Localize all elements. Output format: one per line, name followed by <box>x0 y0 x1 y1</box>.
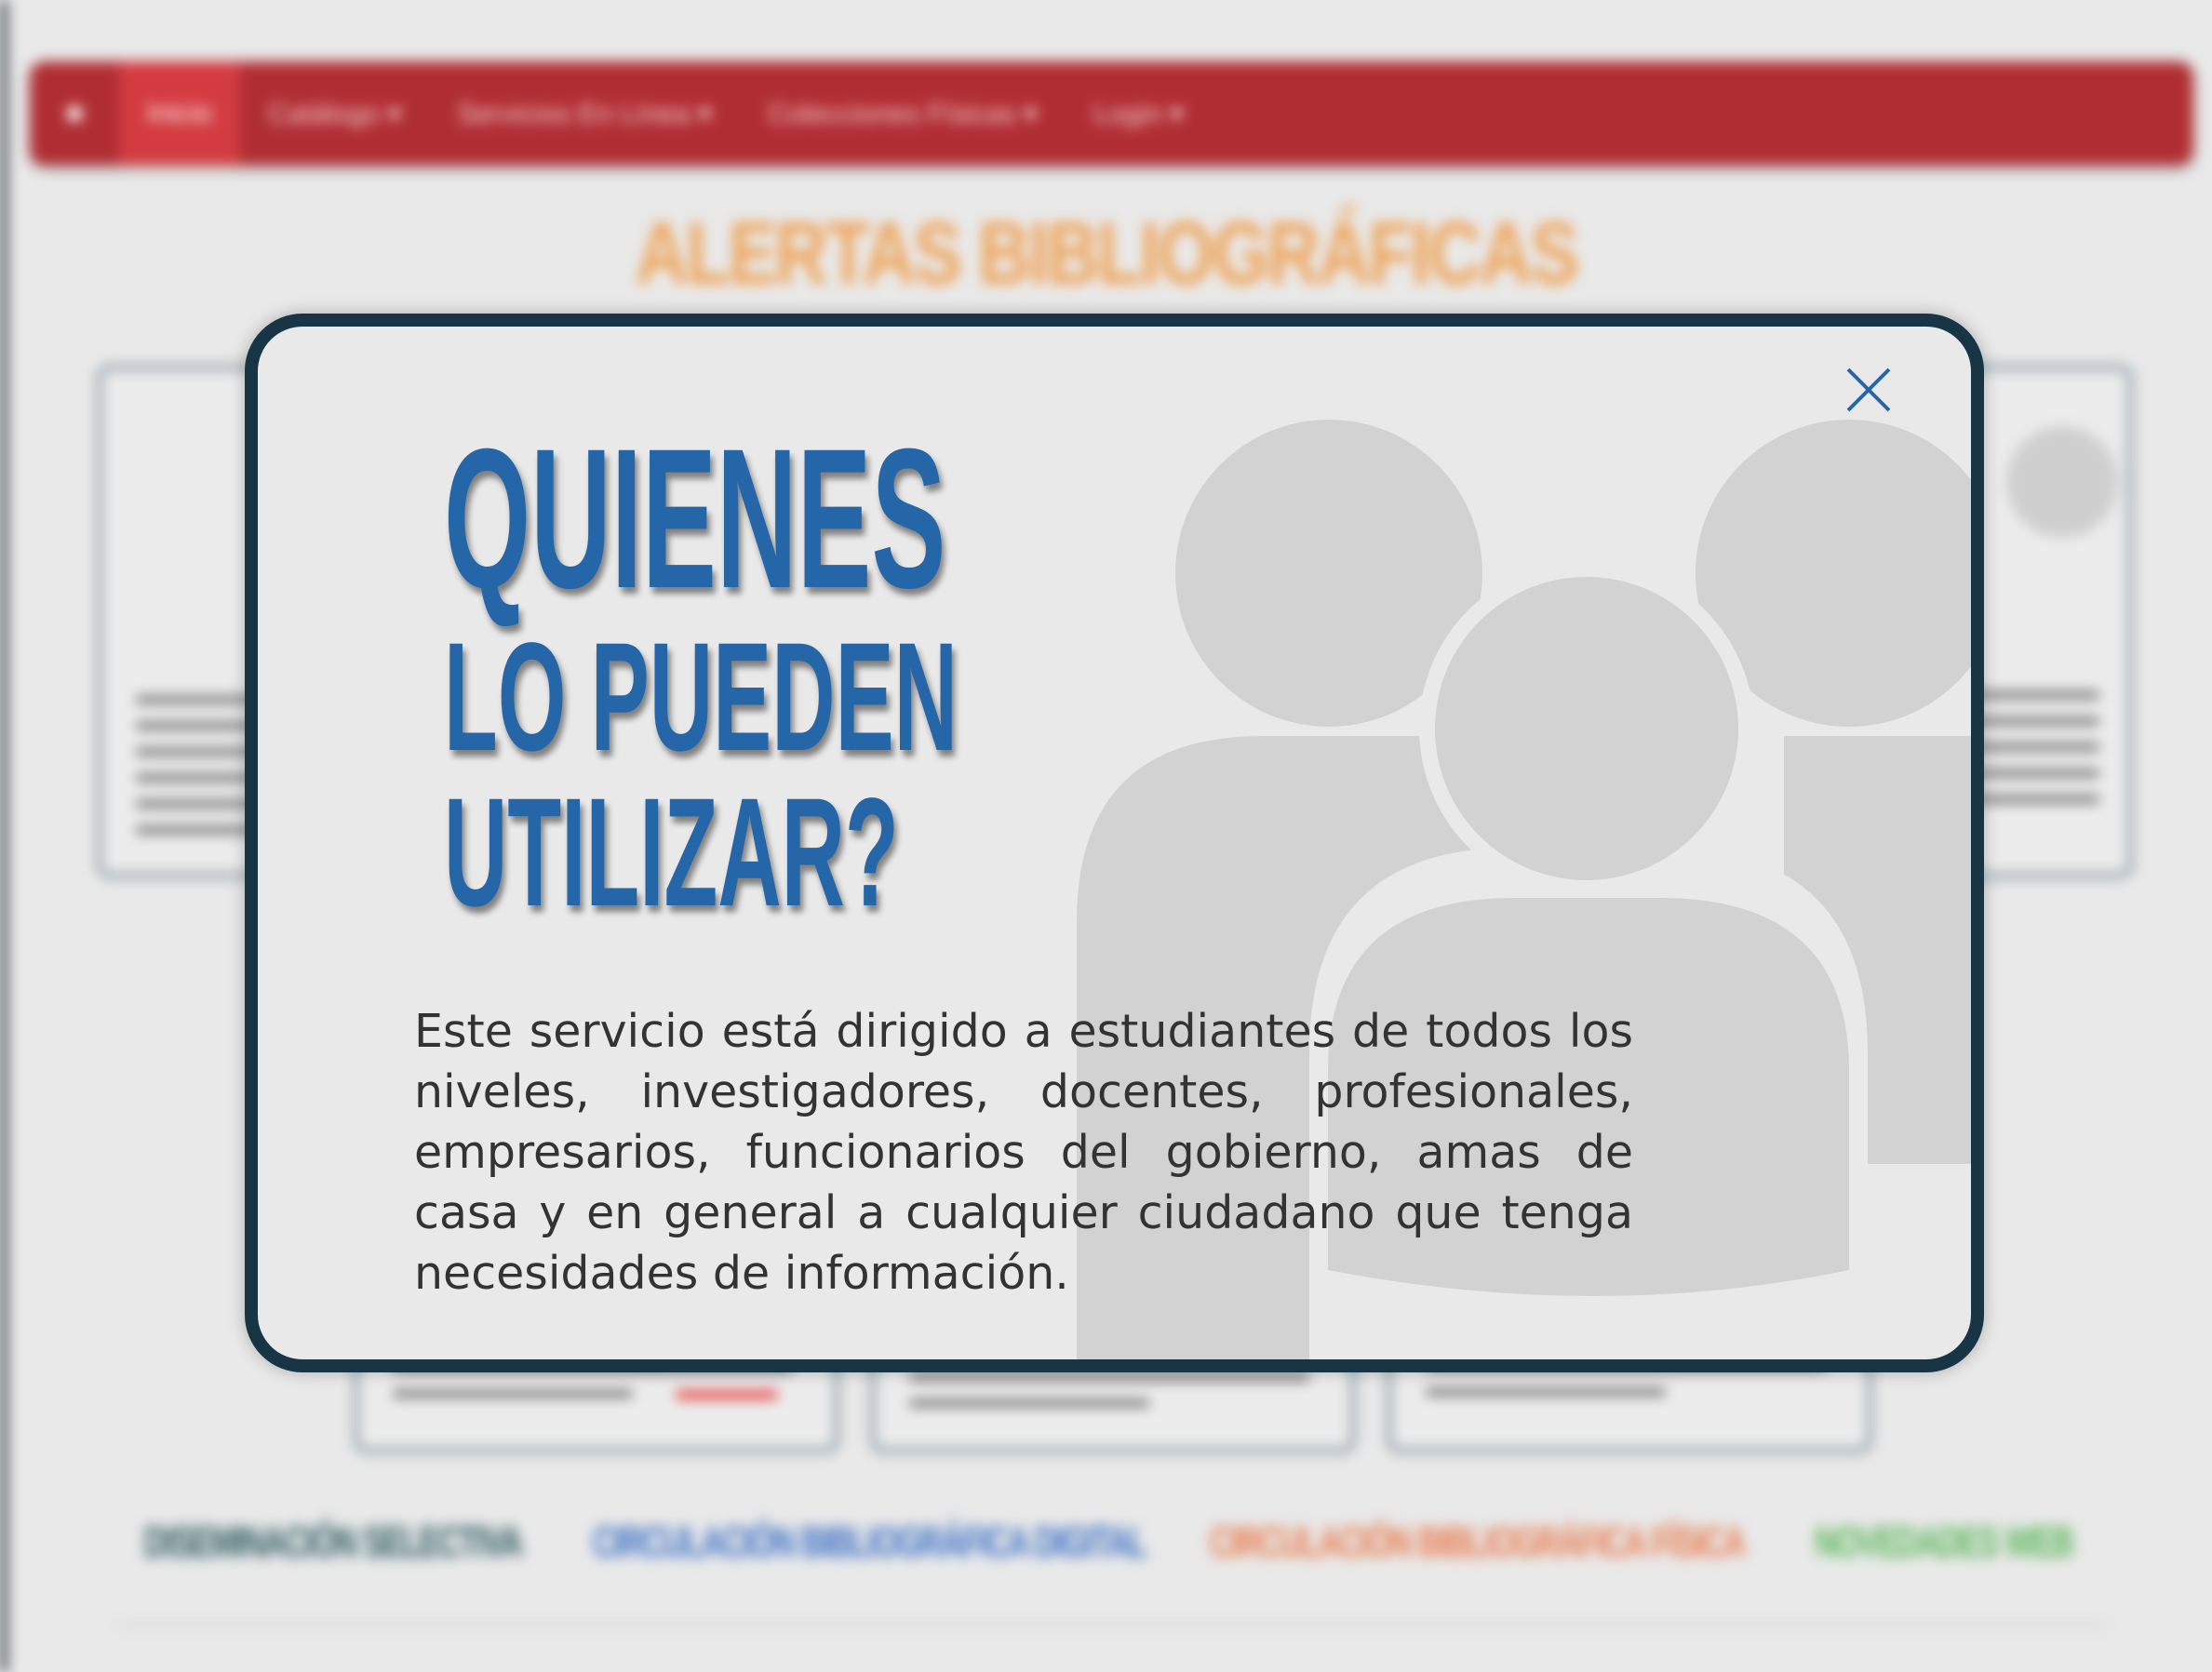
nav-item-catalogo[interactable]: Catálogo ▾ <box>240 61 429 166</box>
modal-heading-line-2: LO PUEDEN <box>444 611 959 783</box>
home-icon[interactable]: ■ <box>30 61 119 166</box>
info-modal: QUIENES LO PUEDEN UTILIZAR? Este servici… <box>245 314 1984 1372</box>
avatar-placeholder <box>2006 426 2118 538</box>
main-navbar: ■ Inicio Catálogo ▾ Servicios En Línea ▾… <box>30 61 2193 166</box>
link-diseminacion-selectiva[interactable]: DISEMINACIÓN SELECTIVA <box>144 1517 523 1567</box>
modal-heading-line-1: QUIENES <box>444 408 946 630</box>
link-circulacion-digital[interactable]: CIRCULACIÓN BIBLIOGRÁFICA DIGITAL <box>593 1517 1147 1567</box>
page-title: ALERTAS BIBLIOGRÁFICAS <box>635 204 1579 303</box>
nav-item-colecciones[interactable]: Colecciones Físicas ▾ <box>740 61 1066 166</box>
link-novedades-web[interactable]: NOVEDADES WEB <box>1815 1517 2074 1567</box>
read-more-link[interactable] <box>676 1390 778 1399</box>
divider <box>116 1624 2108 1626</box>
modal-heading-line-3: UTILIZAR? <box>444 767 899 939</box>
window-edge <box>0 0 7 1672</box>
link-circulacion-fisica[interactable]: CIRCULACIÓN BIBLIOGRÁFICA FÍSICA <box>1210 1517 1746 1567</box>
nav-item-servicios[interactable]: Servicios En Línea ▾ <box>430 61 741 166</box>
nav-item-inicio[interactable]: Inicio <box>119 61 241 166</box>
modal-description: Este servicio está dirigido a estudiante… <box>414 1005 1633 1300</box>
nav-item-login[interactable]: Login ▾ <box>1066 61 1212 166</box>
close-icon[interactable] <box>1843 364 1895 416</box>
